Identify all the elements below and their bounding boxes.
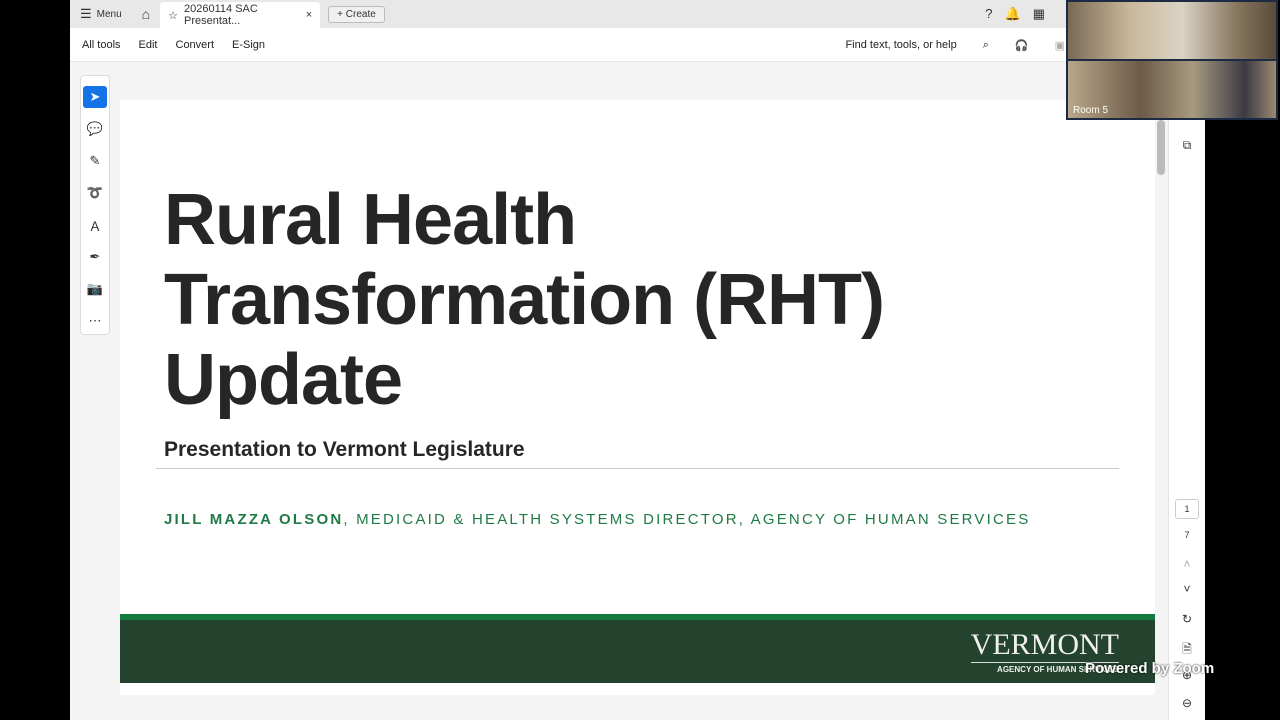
- star-icon: ☆: [168, 9, 179, 22]
- headphones-icon[interactable]: 🎧: [1015, 39, 1029, 52]
- page-total: 7: [1184, 530, 1190, 540]
- page-up-icon[interactable]: ˄: [1175, 557, 1199, 571]
- snapshot-icon[interactable]: 📷: [83, 278, 107, 300]
- tool-rail: ➤ 💬 ✎ ➰ Ａ ✒ 📷 ⋯: [80, 75, 110, 335]
- bell-icon[interactable]: 🔔: [1005, 6, 1021, 22]
- author-line: JILL MAZZA OLSON, MEDICAID & HEALTH SYST…: [164, 511, 1031, 528]
- comment-icon[interactable]: 💬: [83, 118, 107, 140]
- create-button[interactable]: + Create: [328, 5, 385, 23]
- edit-button[interactable]: Edit: [139, 39, 158, 51]
- document-tab[interactable]: ☆ 20260114 SAC Presentat... ×: [160, 2, 321, 28]
- pages-icon[interactable]: ⧉: [1175, 138, 1199, 153]
- sign-icon[interactable]: ✒: [83, 246, 107, 268]
- menu-button[interactable]: ☰ Menu: [70, 6, 132, 22]
- zoom-out-icon[interactable]: ⊖: [1175, 696, 1199, 710]
- zoom-video-panel: Room 5: [1066, 0, 1278, 120]
- slide-title: Rural Health Transformation (RHT) Update: [164, 180, 885, 420]
- page-down-icon[interactable]: ˅: [1175, 582, 1199, 596]
- pdf-viewer: ☰ Menu ⌂ ☆ 20260114 SAC Presentat... × + Cr…: [70, 0, 1205, 720]
- apps-icon[interactable]: ▦: [1033, 6, 1045, 22]
- select-icon[interactable]: ➤: [83, 86, 107, 108]
- scrollbar[interactable]: [1157, 120, 1165, 175]
- hamburger-icon: ☰: [80, 6, 92, 21]
- zoom-watermark: Powered by Zoom: [1085, 660, 1215, 677]
- lasso-icon[interactable]: ➰: [83, 182, 107, 204]
- right-rail: ⧉ 1 7 ˄ ˅ ↻ 🗎 ⊕ ⊖: [1168, 62, 1205, 720]
- text-select-icon[interactable]: Ａ: [83, 214, 107, 236]
- room-label: Room 5: [1073, 105, 1109, 116]
- home-icon[interactable]: ⌂: [132, 6, 160, 22]
- footer-banner: VERMONT AGENCY OF HUMAN SERVICES: [120, 614, 1155, 683]
- divider: [156, 468, 1119, 469]
- all-tools-button[interactable]: All tools: [82, 39, 121, 51]
- close-icon[interactable]: ×: [306, 9, 312, 21]
- rotate-icon[interactable]: ↻: [1175, 612, 1199, 626]
- pdf-page: Rural Health Transformation (RHT) Update…: [120, 100, 1155, 695]
- convert-button[interactable]: Convert: [176, 39, 215, 51]
- search-icon[interactable]: ⌕: [983, 39, 989, 52]
- help-icon[interactable]: ?: [985, 6, 992, 22]
- slide-subtitle: Presentation to Vermont Legislature: [164, 438, 525, 461]
- pen-icon[interactable]: ✎: [83, 150, 107, 172]
- top-bar: ☰ Menu ⌂ ☆ 20260114 SAC Presentat... × + Cr…: [70, 0, 1205, 28]
- find-input[interactable]: Find text, tools, or help: [845, 39, 956, 52]
- more-icon[interactable]: ⋯: [83, 310, 107, 332]
- toolbar: All tools Edit Convert E-Sign Find text,…: [70, 28, 1205, 62]
- video-feed: [1068, 2, 1276, 59]
- save-icon[interactable]: ▣: [1055, 39, 1065, 52]
- esign-button[interactable]: E-Sign: [232, 39, 265, 51]
- fit-page-icon[interactable]: 🗎: [1175, 640, 1199, 661]
- page-number-input[interactable]: 1: [1175, 499, 1199, 519]
